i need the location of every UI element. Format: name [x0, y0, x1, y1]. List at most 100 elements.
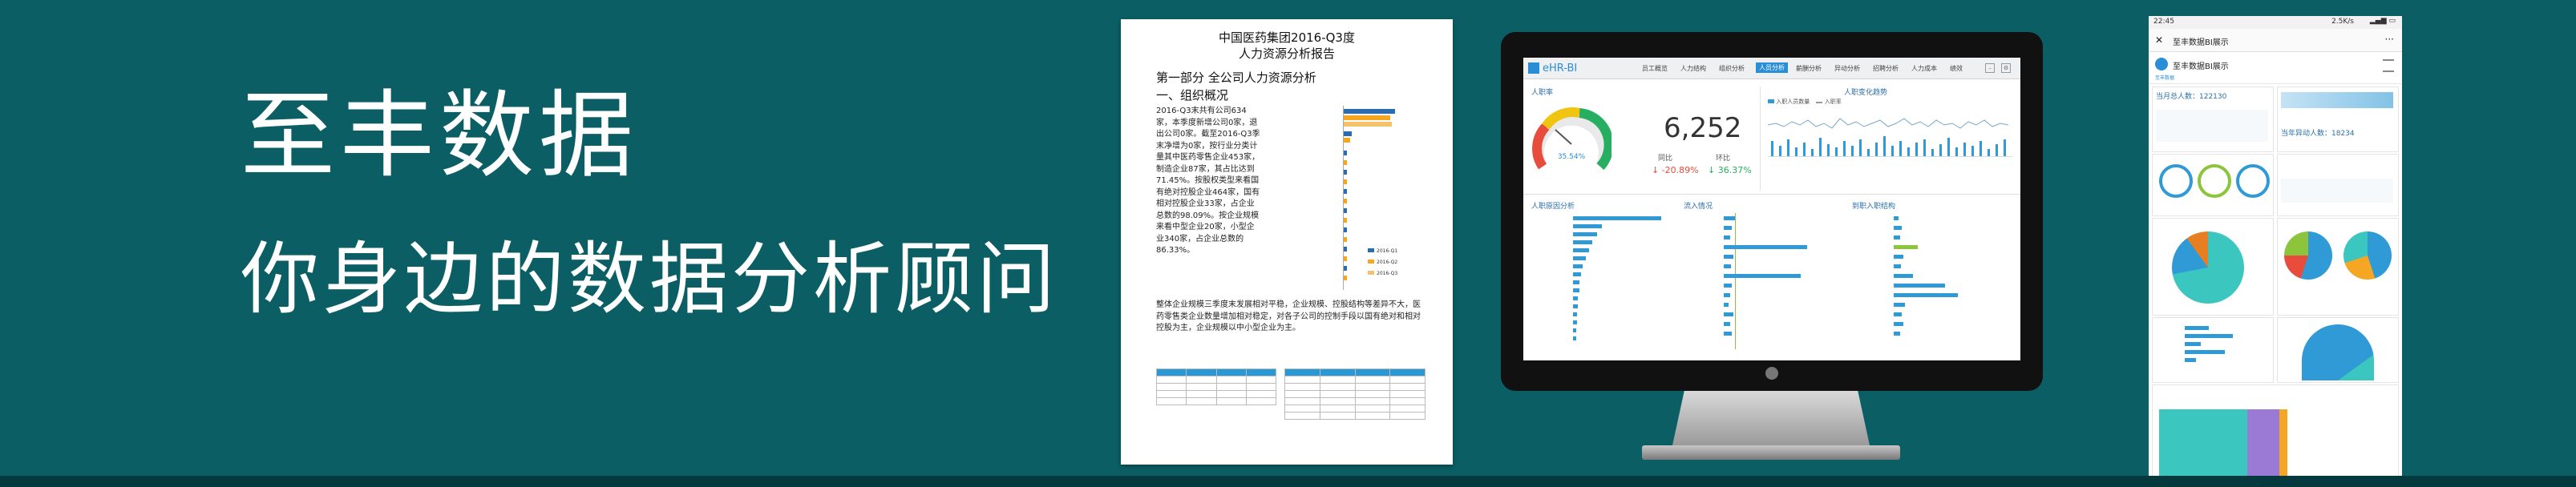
app-logo-icon — [2155, 58, 2168, 70]
transfer-label: 当年异动人数：18234 — [2281, 130, 2355, 138]
nav-item[interactable]: 薪酬分析 — [1796, 64, 1822, 73]
ring-chart — [2159, 164, 2193, 198]
bar — [1344, 115, 1390, 120]
bar — [2185, 342, 2201, 346]
bar — [1344, 266, 1347, 271]
pie-card-right — [2277, 218, 2399, 316]
bar — [1573, 248, 1589, 252]
trend-title: 人职变化趋势 — [1844, 89, 1888, 97]
bar — [1573, 288, 1579, 292]
report-section: 第一部分 全公司人力资源分析 — [1156, 70, 1316, 85]
bar — [1827, 144, 1830, 157]
area-block — [2159, 409, 2247, 476]
bar — [1573, 264, 1583, 268]
yoy-value: ↓ -20.89% — [1652, 165, 1699, 175]
bar — [1724, 226, 1732, 230]
bar — [1894, 226, 1902, 230]
pie-card-left — [2152, 218, 2274, 316]
pie-chart — [2172, 231, 2244, 304]
total-label: 当月总人数：122130 — [2156, 93, 2227, 101]
phone-status-bar: 22:45 2.5K/s ▂▄▆ ▭ — [2149, 16, 2402, 29]
bar — [1894, 293, 1958, 297]
stats-strip — [2281, 179, 2393, 203]
ring-chart — [2236, 164, 2270, 198]
bar — [1724, 332, 1732, 336]
report-title-line1: 中国医药集团2016-Q3度 — [1219, 30, 1355, 45]
apple-logo-icon — [1765, 367, 1778, 380]
nav-item[interactable]: 绩效 — [1950, 64, 1963, 73]
nav-item-active[interactable]: 人员分析 — [1756, 62, 1788, 73]
legend-label: 入职率 — [1824, 99, 1842, 105]
trend-line — [1768, 118, 2009, 129]
app-name: eHR-BI — [1543, 62, 1578, 74]
bar — [2185, 358, 2196, 362]
minimize-icon[interactable]: – — [1985, 63, 1995, 73]
bar — [1344, 122, 1392, 127]
axis-line — [1343, 106, 1344, 290]
area-block — [2279, 409, 2287, 476]
bar — [1724, 245, 1807, 249]
bar — [1344, 109, 1395, 114]
bar — [1771, 141, 1773, 157]
nav-item[interactable]: 员工概览 — [1642, 64, 1668, 73]
close-icon[interactable]: ✕ — [2155, 34, 2163, 46]
nav-item[interactable]: 异动分析 — [1834, 64, 1860, 73]
bar — [1344, 218, 1347, 223]
mom-value: ↓ 36.37% — [1708, 165, 1752, 175]
report-body: 2016-Q3末共有公司634家，本季度新增公司0家，退出公司0家。截至2016… — [1156, 107, 1260, 255]
transfer-card: 当年异动人数：18234 — [2277, 87, 2399, 152]
app-brand: 至丰数据 — [2155, 75, 2175, 81]
bar — [1875, 143, 1878, 157]
bar — [1915, 143, 1918, 157]
nav-item[interactable]: 组织分析 — [1719, 64, 1745, 73]
bar — [1344, 199, 1347, 203]
area-card — [2152, 384, 2399, 476]
bar — [2185, 326, 2209, 330]
bar — [1724, 312, 1733, 316]
bar — [1573, 280, 1579, 284]
settings-icon[interactable]: ⚙ — [2001, 63, 2011, 73]
headcount-gauge: 35.54% — [1532, 107, 1612, 171]
legend-swatch — [1816, 102, 1823, 103]
bar — [1996, 144, 1998, 157]
bar — [1724, 303, 1729, 307]
bar — [2004, 139, 2006, 157]
ehr-logo-icon — [1528, 62, 1539, 74]
more-icon[interactable]: ··· — [2385, 34, 2394, 45]
bar — [1851, 146, 1854, 157]
nav-item[interactable]: 人力结构 — [1680, 64, 1706, 73]
bar — [1923, 139, 1926, 157]
monitor-stand-foot — [1642, 445, 1900, 460]
legend-swatch — [1368, 271, 1374, 275]
nav-item[interactable]: 人力成本 — [1911, 64, 1937, 73]
divider — [1523, 194, 2020, 195]
report-bar-chart: 2016-Q1 2016-Q2 2016-Q3 — [1256, 106, 1440, 298]
total-stat-strip — [2156, 110, 2268, 142]
report-title-line2: 人力资源分析报告 — [1238, 46, 1335, 61]
mom-label: 环比 — [1716, 155, 1731, 163]
bar — [1344, 256, 1347, 261]
dashboard-screen: eHR-BI 员工概览 人力结构 组织分析 人员分析 薪酬分析 异动分析 招聘分… — [1523, 58, 2020, 360]
app-title: 至丰数据BI展示 — [2173, 62, 2229, 71]
bar — [1894, 245, 1918, 249]
bar — [1894, 284, 1945, 288]
menu-icon[interactable] — [2383, 59, 2394, 72]
nav-item[interactable]: 招聘分析 — [1873, 64, 1899, 73]
bar — [1573, 328, 1576, 332]
legend-label: 入职人员数量 — [1776, 99, 1810, 105]
total-card: 当月总人数：122130 — [2152, 87, 2274, 152]
bar — [1883, 136, 1886, 157]
phone-screen: 22:45 2.5K/s ▂▄▆ ▭ ✕ 至丰数据BI展示 ··· 至丰数据BI… — [2149, 16, 2402, 476]
headcount-kpi-value: 6,252 — [1664, 112, 1742, 144]
signal-battery-icon: ▂▄▆ ▭ — [2369, 17, 2396, 25]
legend-item: 2016-Q1 — [1368, 248, 1397, 254]
bar — [1344, 170, 1347, 175]
axis-line — [1768, 156, 2012, 157]
bar — [1894, 274, 1913, 278]
bar — [1573, 240, 1592, 244]
bar — [1963, 143, 1966, 157]
bar — [1980, 141, 1982, 157]
right-bar-chart — [1852, 213, 2012, 354]
bar — [1843, 141, 1846, 157]
bar — [1779, 146, 1781, 157]
